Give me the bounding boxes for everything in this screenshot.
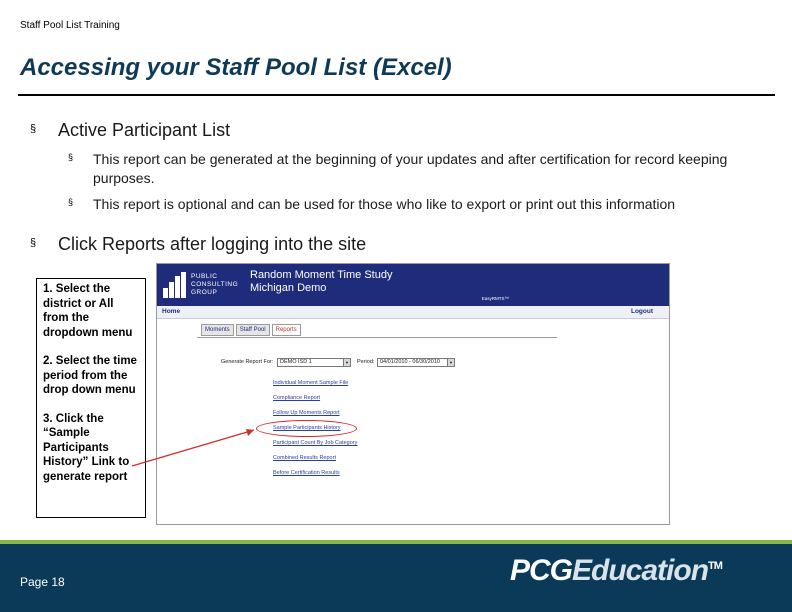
bullet-click-reports: Click Reports after logging into the sit… [58,234,367,254]
embedded-screenshot: PUBLIC CONSULTING GROUP Random Moment Ti… [156,263,670,525]
chevron-down-icon: ▼ [343,359,350,366]
link-compliance-report[interactable]: Compliance Report [273,395,320,401]
app-tabs: Moments Staff Pool Reports [201,324,303,336]
pcg-logo-text: PUBLIC CONSULTING GROUP [191,273,239,296]
app-subtag: EasyRMTS™ [481,296,509,301]
district-select[interactable]: DEMO ISD 1 ▼ [277,358,351,367]
highlight-circle [256,420,357,437]
link-participant-count-by-job-category[interactable]: Participant Count By Job Category [273,440,357,446]
title-divider [18,94,775,96]
steps-callout: 1. Select the district or All from the d… [36,278,146,518]
sub-bullet-record-keeping: This report can be generated at the begi… [93,151,728,186]
sub-bullet-icon: § [68,197,74,207]
pcg-education-logo: PCGEducationTM [510,554,723,587]
page-number: Page 18 [20,575,65,589]
chevron-down-icon: ▼ [447,359,454,366]
app-banner: PUBLIC CONSULTING GROUP Random Moment Ti… [157,264,669,306]
step-1-text: 1. Select the district or All from the d… [43,283,133,339]
link-individual-moment-sample-file[interactable]: Individual Moment Sample File [273,380,348,386]
pcg-logo-icon [163,272,187,298]
link-combined-results-report[interactable]: Combined Results Report [273,455,336,461]
sub-bullet-optional: This report is optional and can be used … [93,196,676,212]
logout-link[interactable]: Logout [631,308,653,315]
period-label: Period: [357,359,375,365]
footer-band: Page 18 PCGEducationTM [0,540,792,612]
app-navbar: Home Logout [157,306,669,319]
tab-underline [197,337,557,338]
app-title: Random Moment Time Study Michigan Demo [250,269,393,294]
sub-bullet-icon: § [68,152,74,162]
period-select[interactable]: 04/01/2010 - 06/30/2010 ▼ [377,358,455,367]
link-before-certification-results[interactable]: Before Certification Results [273,470,340,476]
footer-accent-line [0,540,792,544]
step-3-text: 3. Click the “Sample Participants Histor… [43,412,130,483]
tab-staff-pool[interactable]: Staff Pool [235,324,270,336]
home-link[interactable]: Home [162,308,180,315]
bullet-active-participant-list: Active Participant List [58,120,231,140]
bullet-icon: § [30,123,37,135]
page-title: Accessing your Staff Pool List (Excel) [20,54,452,81]
link-follow-up-moments-report[interactable]: Follow Up Moments Report [273,410,340,416]
header-small-title: Staff Pool List Training [20,20,120,31]
tab-moments[interactable]: Moments [201,324,234,336]
generate-report-label: Generate Report For: [221,359,274,365]
bullet-icon: § [30,237,37,249]
tab-reports[interactable]: Reports [271,324,301,336]
step-2-text: 2. Select the time period from the drop … [43,355,137,396]
